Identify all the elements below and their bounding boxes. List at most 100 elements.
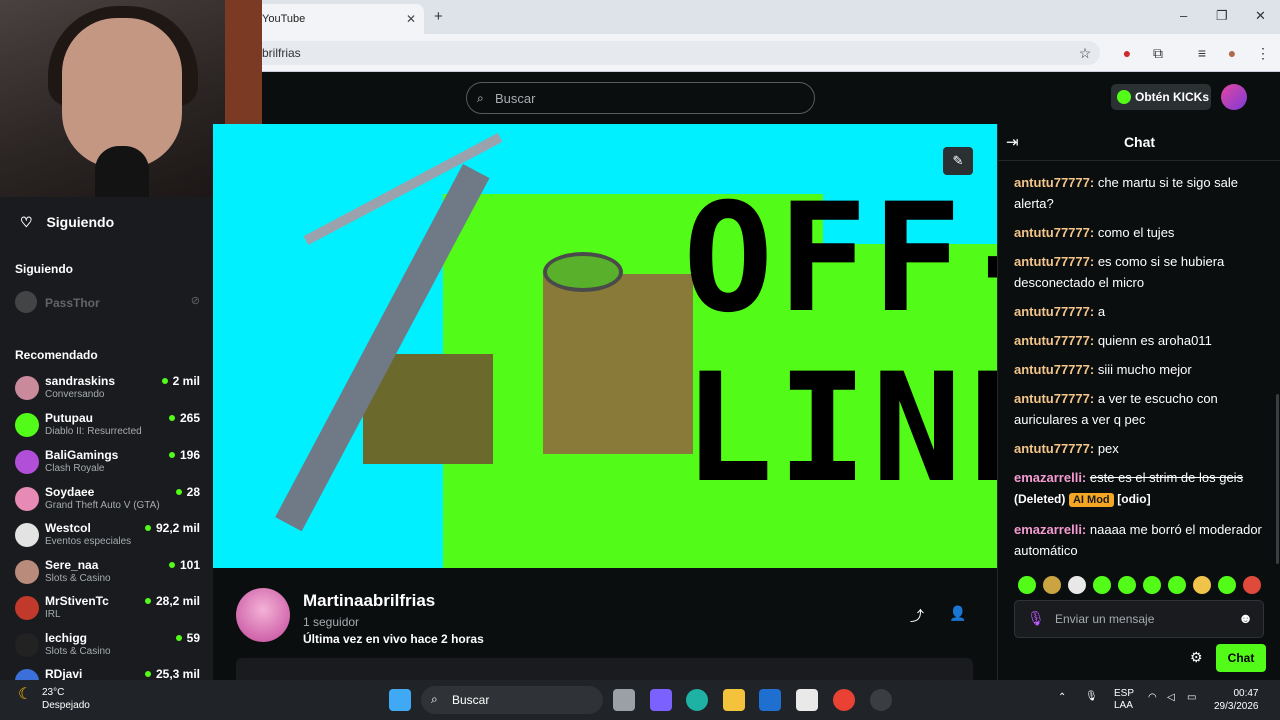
chat-panel: ⇥ Chat antutu77777: che martu si te sigo…	[997, 124, 1280, 680]
hidden-eye-icon[interactable]: ⊘	[191, 294, 200, 307]
sidebar-item-channel[interactable]: Westcol Eventos especiales 92,2 mil	[15, 519, 200, 553]
chat-text: quienn es aroha011	[1097, 333, 1212, 348]
edge-icon[interactable]	[686, 689, 708, 711]
emote-icon[interactable]	[1218, 576, 1236, 594]
start-windows-icon[interactable]	[389, 689, 411, 711]
viewer-count: 101	[169, 558, 200, 572]
chat-username[interactable]: antutu77777:	[1014, 304, 1094, 319]
channel-category: Grand Theft Auto V (GTA)	[45, 500, 160, 511]
chat-scrollbar[interactable]	[1276, 394, 1279, 564]
profile-avatar-icon[interactable]: ●	[1223, 44, 1241, 62]
sidebar-item-channel[interactable]: lechigg Slots & Casino 59	[15, 629, 200, 663]
emote-icon[interactable]	[1243, 576, 1261, 594]
chat-username[interactable]: emazarrelli:	[1014, 522, 1086, 537]
url-field[interactable]: brilfrias	[248, 41, 1100, 65]
taskbar-search[interactable]: ⌕ Buscar	[421, 686, 603, 714]
chat-username[interactable]: antutu77777:	[1014, 225, 1094, 240]
obs-icon[interactable]	[870, 689, 892, 711]
chat-username[interactable]: antutu77777:	[1014, 333, 1094, 348]
tray-chevron-icon[interactable]: ⌃	[1058, 692, 1066, 703]
viewer-count: 28,2 mil	[145, 594, 200, 608]
chat-username[interactable]: antutu77777:	[1014, 441, 1094, 456]
browser-tab[interactable]: YouTube ✕	[252, 4, 424, 34]
task-view-icon[interactable]	[613, 689, 635, 711]
channel-name[interactable]: Martinaabrilfrias	[303, 591, 435, 611]
ai-mod-badge: AI Mod	[1068, 493, 1114, 507]
emote-bar	[1014, 574, 1270, 596]
following-button[interactable]: ♡ Siguiendo	[20, 214, 114, 231]
emote-icon[interactable]	[1193, 576, 1211, 594]
emote-icon[interactable]	[1068, 576, 1086, 594]
sidebar-item-offline[interactable]: PassThor ⊘	[15, 291, 200, 313]
about-panel	[236, 658, 973, 680]
search-input[interactable]: ⌕ Buscar	[466, 82, 815, 114]
chat-username[interactable]: antutu77777:	[1014, 254, 1094, 269]
banner-street-lamp	[543, 252, 623, 292]
chat-message-input[interactable]: 🎙 Enviar un mensaje ☻	[1014, 600, 1264, 638]
new-tab-icon[interactable]: +	[434, 8, 443, 25]
sidebar: ♡ Siguiendo Siguiendo PassThor ⊘ Recomen…	[0, 197, 213, 680]
following-label: Siguiendo	[46, 214, 115, 230]
chat-settings-gear-icon[interactable]: ⚙	[1190, 649, 1203, 666]
volume-icon[interactable]: ◁	[1167, 692, 1175, 703]
bookmark-star-icon[interactable]: ☆	[1076, 44, 1094, 62]
emote-icon[interactable]	[1143, 576, 1161, 594]
sidebar-item-channel[interactable]: Soydaee Grand Theft Auto V (GTA) 28	[15, 483, 200, 517]
battery-icon[interactable]: ▭	[1187, 692, 1196, 703]
app-icon[interactable]	[759, 689, 781, 711]
chat-username[interactable]: antutu77777:	[1014, 391, 1094, 406]
chat-title: Chat	[1123, 134, 1156, 150]
channel-name: MrStivenTc	[45, 594, 109, 608]
chat-text: siii mucho mejor	[1097, 362, 1192, 377]
sidebar-item-channel[interactable]: sandraskins Conversando 2 mil	[15, 372, 200, 406]
channel-category: Conversando	[45, 389, 105, 400]
sidebar-item-channel[interactable]: Putupau Diablo II: Resurrected 265	[15, 409, 200, 443]
sidebar-item-channel[interactable]: Sere_naa Slots & Casino 101	[15, 556, 200, 590]
chrome-icon[interactable]	[833, 689, 855, 711]
minimize-icon[interactable]: –	[1180, 8, 1187, 23]
chat-input-placeholder: Enviar un mensaje	[1055, 612, 1155, 626]
offline-text: OFF- LINE	[683, 184, 997, 504]
get-kicks-button[interactable]: Obtén KICKs	[1111, 84, 1211, 110]
sidebar-item-channel[interactable]: MrStivenTc IRL 28,2 mil	[15, 592, 200, 626]
extension-badge-icon[interactable]: ●	[1118, 44, 1136, 62]
kicks-coin-icon	[1117, 90, 1131, 104]
sidebar-item-channel[interactable]: RDjavi 25,3 mil	[15, 665, 200, 680]
emoji-picker-icon[interactable]: ☻	[1238, 610, 1253, 626]
channel-category: Diablo II: Resurrected	[45, 426, 142, 437]
chat-messages: antutu77777: che martu si te sigo sale a…	[1014, 172, 1270, 569]
file-explorer-icon[interactable]	[723, 689, 745, 711]
browser-menu-icon[interactable]: ⋮	[1254, 44, 1272, 62]
chat-username[interactable]: antutu77777:	[1014, 362, 1094, 377]
emote-icon[interactable]	[1043, 576, 1061, 594]
avatar	[15, 633, 39, 657]
tab-close-icon[interactable]: ✕	[406, 12, 416, 26]
input-language[interactable]: ESP LAA	[1114, 688, 1134, 712]
emote-icon[interactable]	[1118, 576, 1136, 594]
channel-avatar[interactable]	[236, 588, 290, 642]
extensions-icon[interactable]: ⧉	[1149, 44, 1167, 62]
tray-mic-icon[interactable]: 🎙	[1085, 691, 1098, 702]
microphone-icon[interactable]: 🎙	[1027, 610, 1045, 627]
wifi-icon[interactable]: ◠	[1148, 692, 1157, 703]
chat-username[interactable]: emazarrelli:	[1014, 470, 1086, 485]
chat-header: ⇥ Chat	[998, 124, 1280, 161]
sidebar-item-channel[interactable]: BaliGamings Clash Royale 196	[15, 446, 200, 480]
avatar	[15, 523, 39, 547]
user-avatar[interactable]	[1221, 84, 1247, 110]
media-control-icon[interactable]: ≡	[1193, 44, 1211, 62]
follow-user-icon[interactable]: 👤	[949, 605, 966, 622]
emote-icon[interactable]	[1018, 576, 1036, 594]
emote-icon[interactable]	[1168, 576, 1186, 594]
maximize-icon[interactable]: ❐	[1216, 8, 1228, 24]
chat-username[interactable]: antutu77777:	[1014, 175, 1094, 190]
store-icon[interactable]	[796, 689, 818, 711]
weather-widget[interactable]: ☾ 23°C Despejado	[18, 686, 90, 712]
edit-banner-icon[interactable]: ✎	[943, 147, 973, 175]
emote-icon[interactable]	[1093, 576, 1111, 594]
copilot-icon[interactable]	[650, 689, 672, 711]
system-clock[interactable]: 00:47 29/3/2026	[1214, 687, 1259, 713]
share-icon[interactable]: ⤴	[910, 606, 924, 626]
close-window-icon[interactable]: ✕	[1255, 8, 1266, 24]
chat-send-button[interactable]: Chat	[1216, 644, 1266, 672]
